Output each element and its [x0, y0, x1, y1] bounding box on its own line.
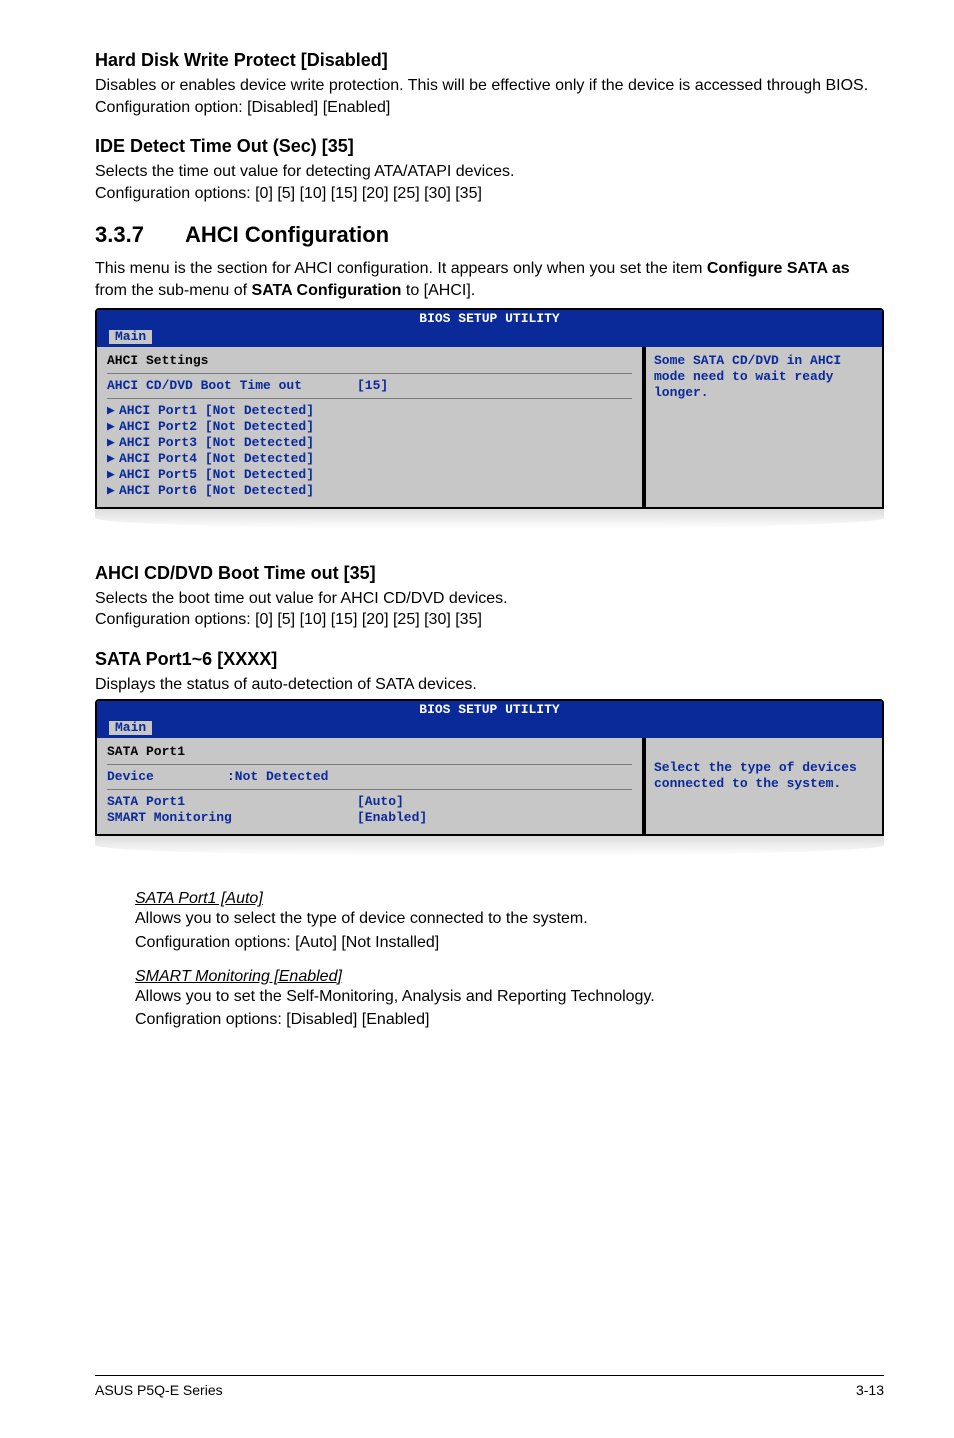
bios-tab-main[interactable]: Main — [109, 330, 152, 344]
bios-submenu-port1[interactable]: ▶AHCI Port1 [Not Detected] — [107, 403, 632, 419]
bios-left-pane: SATA Port1 Device :Not Detected SATA Por… — [97, 738, 644, 834]
triangle-right-icon: ▶ — [107, 483, 119, 499]
bios-field-label: SMART Monitoring — [107, 810, 357, 826]
bios-title-text: BIOS SETUP UTILITY — [97, 702, 882, 718]
bios-title-text: BIOS SETUP UTILITY — [97, 311, 882, 327]
bios-help-text: Some SATA CD/DVD in AHCI mode need to wa… — [654, 353, 874, 401]
triangle-right-icon: ▶ — [107, 403, 119, 419]
subheading-sata-port1-auto: SATA Port1 [Auto] — [135, 890, 884, 908]
bios-help-pane: Select the type of devices connected to … — [644, 738, 882, 834]
bios-field-label: Device — [107, 769, 227, 785]
bios-row-smart-monitoring[interactable]: SMART Monitoring [Enabled] — [107, 810, 632, 826]
para-sata-port1-auto-l1: Allows you to select the type of device … — [135, 908, 884, 930]
bios-submenu-port6[interactable]: ▶AHCI Port6 [Not Detected] — [107, 483, 632, 499]
bios-submenu-port5[interactable]: ▶AHCI Port5 [Not Detected] — [107, 467, 632, 483]
bios-row-device: Device :Not Detected — [107, 769, 632, 785]
bios-submenu-port2[interactable]: ▶AHCI Port2 [Not Detected] — [107, 419, 632, 435]
section-number: 3.3.7 — [95, 222, 185, 248]
bios-left-pane: AHCI Settings AHCI CD/DVD Boot Time out … — [97, 347, 644, 507]
para-ide-detect-timeout: Selects the time out value for detecting… — [95, 161, 884, 204]
subheading-smart-monitoring: SMART Monitoring [Enabled] — [135, 968, 884, 986]
page-footer: ASUS P5Q-E Series 3-13 — [95, 1375, 884, 1398]
para-sata-port1-auto-l2: Configuration options: [Auto] [Not Insta… — [135, 932, 884, 954]
section-title: AHCI Configuration — [185, 222, 389, 247]
bios-submenu-port4[interactable]: ▶AHCI Port4 [Not Detected] — [107, 451, 632, 467]
para-sata-port-1-6: Displays the status of auto-detection of… — [95, 674, 884, 696]
triangle-right-icon: ▶ — [107, 467, 119, 483]
para-ahci-cddvd-boot-time: Selects the boot time out value for AHCI… — [95, 588, 884, 631]
bios-titlebar: BIOS SETUP UTILITY Main — [97, 310, 882, 347]
bios-titlebar: BIOS SETUP UTILITY Main — [97, 701, 882, 738]
bios-field-value: [Auto] — [357, 794, 404, 810]
bios-left-heading: SATA Port1 — [107, 744, 632, 760]
bios-row-boot-time-out[interactable]: AHCI CD/DVD Boot Time out [15] — [107, 378, 632, 394]
para-ahci-intro: This menu is the section for AHCI config… — [95, 258, 884, 301]
triangle-right-icon: ▶ — [107, 419, 119, 435]
bios-panel-sata-port1: BIOS SETUP UTILITY Main SATA Port1 Devic… — [95, 699, 884, 836]
triangle-right-icon: ▶ — [107, 435, 119, 451]
bios-tab-main[interactable]: Main — [109, 721, 152, 735]
bios-help-text: Select the type of devices connected to … — [654, 760, 874, 792]
bios-field-value: :Not Detected — [227, 769, 328, 785]
triangle-right-icon: ▶ — [107, 451, 119, 467]
footer-page-number: 3-13 — [856, 1382, 884, 1398]
bios-row-sata-port1[interactable]: SATA Port1 [Auto] — [107, 794, 632, 810]
para-hard-disk-write-protect: Disables or enables device write protect… — [95, 75, 884, 118]
heading-sata-port-1-6: SATA Port1~6 [XXXX] — [95, 649, 884, 670]
heading-ide-detect-timeout: IDE Detect Time Out (Sec) [35] — [95, 136, 884, 157]
para-smart-monitoring-l1: Allows you to set the Self-Monitoring, A… — [135, 986, 884, 1008]
bios-submenu-port3[interactable]: ▶AHCI Port3 [Not Detected] — [107, 435, 632, 451]
para-smart-monitoring-l2: Configration options: [Disabled] [Enable… — [135, 1009, 884, 1031]
bios-field-label: AHCI CD/DVD Boot Time out — [107, 378, 357, 394]
bios-field-value: [15] — [357, 378, 388, 394]
bios-field-value: [Enabled] — [357, 810, 427, 826]
bios-help-pane: Some SATA CD/DVD in AHCI mode need to wa… — [644, 347, 882, 507]
footer-left: ASUS P5Q-E Series — [95, 1382, 223, 1398]
bios-left-heading: AHCI Settings — [107, 353, 632, 369]
bios-panel-shadow — [95, 507, 884, 535]
heading-hard-disk-write-protect: Hard Disk Write Protect [Disabled] — [95, 50, 884, 71]
bios-panel-ahci-settings: BIOS SETUP UTILITY Main AHCI Settings AH… — [95, 308, 884, 509]
heading-ahci-cddvd-boot-time: AHCI CD/DVD Boot Time out [35] — [95, 563, 884, 584]
bios-panel-shadow — [95, 834, 884, 862]
heading-ahci-configuration: 3.3.7AHCI Configuration — [95, 222, 884, 248]
bios-field-label: SATA Port1 — [107, 794, 357, 810]
